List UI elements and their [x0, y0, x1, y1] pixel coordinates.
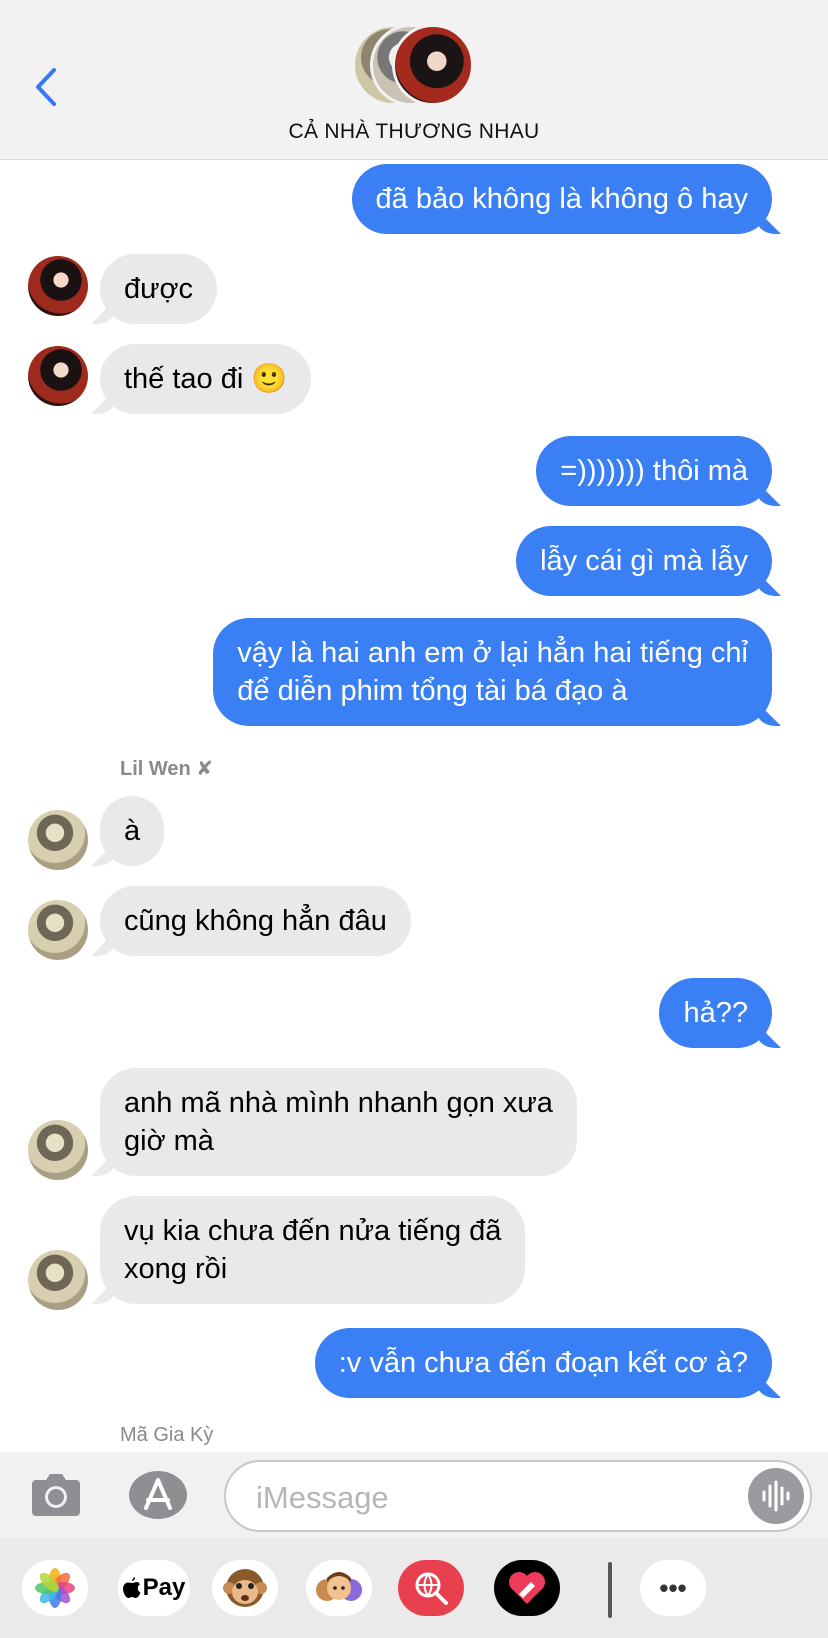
photos-icon: [35, 1568, 75, 1608]
sender-avatar[interactable]: [28, 256, 88, 316]
heart-touch-icon: [509, 1572, 545, 1604]
waveform-icon: [762, 1480, 790, 1512]
sender-avatar[interactable]: [28, 900, 88, 960]
sender-avatar[interactable]: [28, 1250, 88, 1310]
group-avatar-stack[interactable]: [352, 24, 478, 108]
memoji-stickers-icon: [316, 1572, 362, 1601]
sender-name: Mã Gia Kỳ: [120, 1424, 214, 1446]
apple-icon: [122, 1577, 141, 1598]
animoji-app-button[interactable]: [212, 1560, 278, 1616]
outgoing-message[interactable]: vậy là hai anh em ở lại hẳn hai tiếng ch…: [213, 618, 772, 726]
app-drawer: Pay •••: [0, 1538, 828, 1638]
conversation-header: CẢ NHÀ THƯƠNG NHAU: [0, 0, 828, 160]
image-search-button[interactable]: [398, 1560, 464, 1616]
message-input[interactable]: iMessage: [224, 1460, 812, 1532]
message-input-placeholder: iMessage: [256, 1480, 389, 1515]
incoming-message[interactable]: cũng không hẳn đâu: [100, 886, 411, 956]
group-name[interactable]: CẢ NHÀ THƯƠNG NHAU: [0, 120, 828, 144]
outgoing-message[interactable]: lẫy cái gì mà lẫy: [516, 526, 772, 596]
outgoing-message[interactable]: hả??: [659, 978, 772, 1048]
sender-avatar[interactable]: [28, 346, 88, 406]
app-store-icon: [129, 1471, 187, 1519]
camera-icon[interactable]: [30, 1472, 82, 1518]
digital-touch-button[interactable]: [494, 1560, 560, 1616]
apple-pay-label: Pay: [142, 1574, 186, 1601]
outgoing-message[interactable]: :v vẫn chưa đến đoạn kết cơ à?: [314, 1328, 772, 1398]
compose-bar: iMessage: [0, 1452, 828, 1538]
memoji-stickers-button[interactable]: [306, 1560, 372, 1616]
sender-avatar[interactable]: [28, 1120, 88, 1180]
sender-name: Lil Wen ✘: [120, 758, 214, 780]
more-icon: •••: [659, 1572, 687, 1603]
member-avatar: [392, 24, 474, 106]
more-apps-button[interactable]: •••: [640, 1560, 706, 1616]
incoming-message[interactable]: thế tao đi 🙂: [100, 344, 312, 414]
back-chevron-icon[interactable]: [30, 64, 64, 110]
incoming-message[interactable]: à: [100, 796, 165, 866]
outgoing-message[interactable]: =))))))) thôi mà: [536, 436, 772, 506]
incoming-message[interactable]: anh mã nhà mình nhanh gọn xưa giờ mà: [100, 1068, 577, 1176]
message-list[interactable]: đã bảo không là không ô hay được thế tao…: [0, 160, 828, 1452]
audio-message-button[interactable]: [748, 1468, 804, 1524]
photos-app-button[interactable]: [22, 1560, 88, 1616]
monkey-icon: [223, 1569, 267, 1607]
outgoing-message[interactable]: đã bảo không là không ô hay: [351, 164, 772, 234]
incoming-message[interactable]: được: [100, 254, 218, 324]
apple-pay-button[interactable]: Pay: [118, 1560, 190, 1616]
globe-search-icon: [415, 1572, 448, 1605]
app-store-button[interactable]: [128, 1470, 188, 1520]
drawer-divider: [608, 1562, 612, 1618]
sender-avatar[interactable]: [28, 810, 88, 870]
incoming-message[interactable]: vụ kia chưa đến nửa tiếng đã xong rồi: [100, 1196, 526, 1304]
